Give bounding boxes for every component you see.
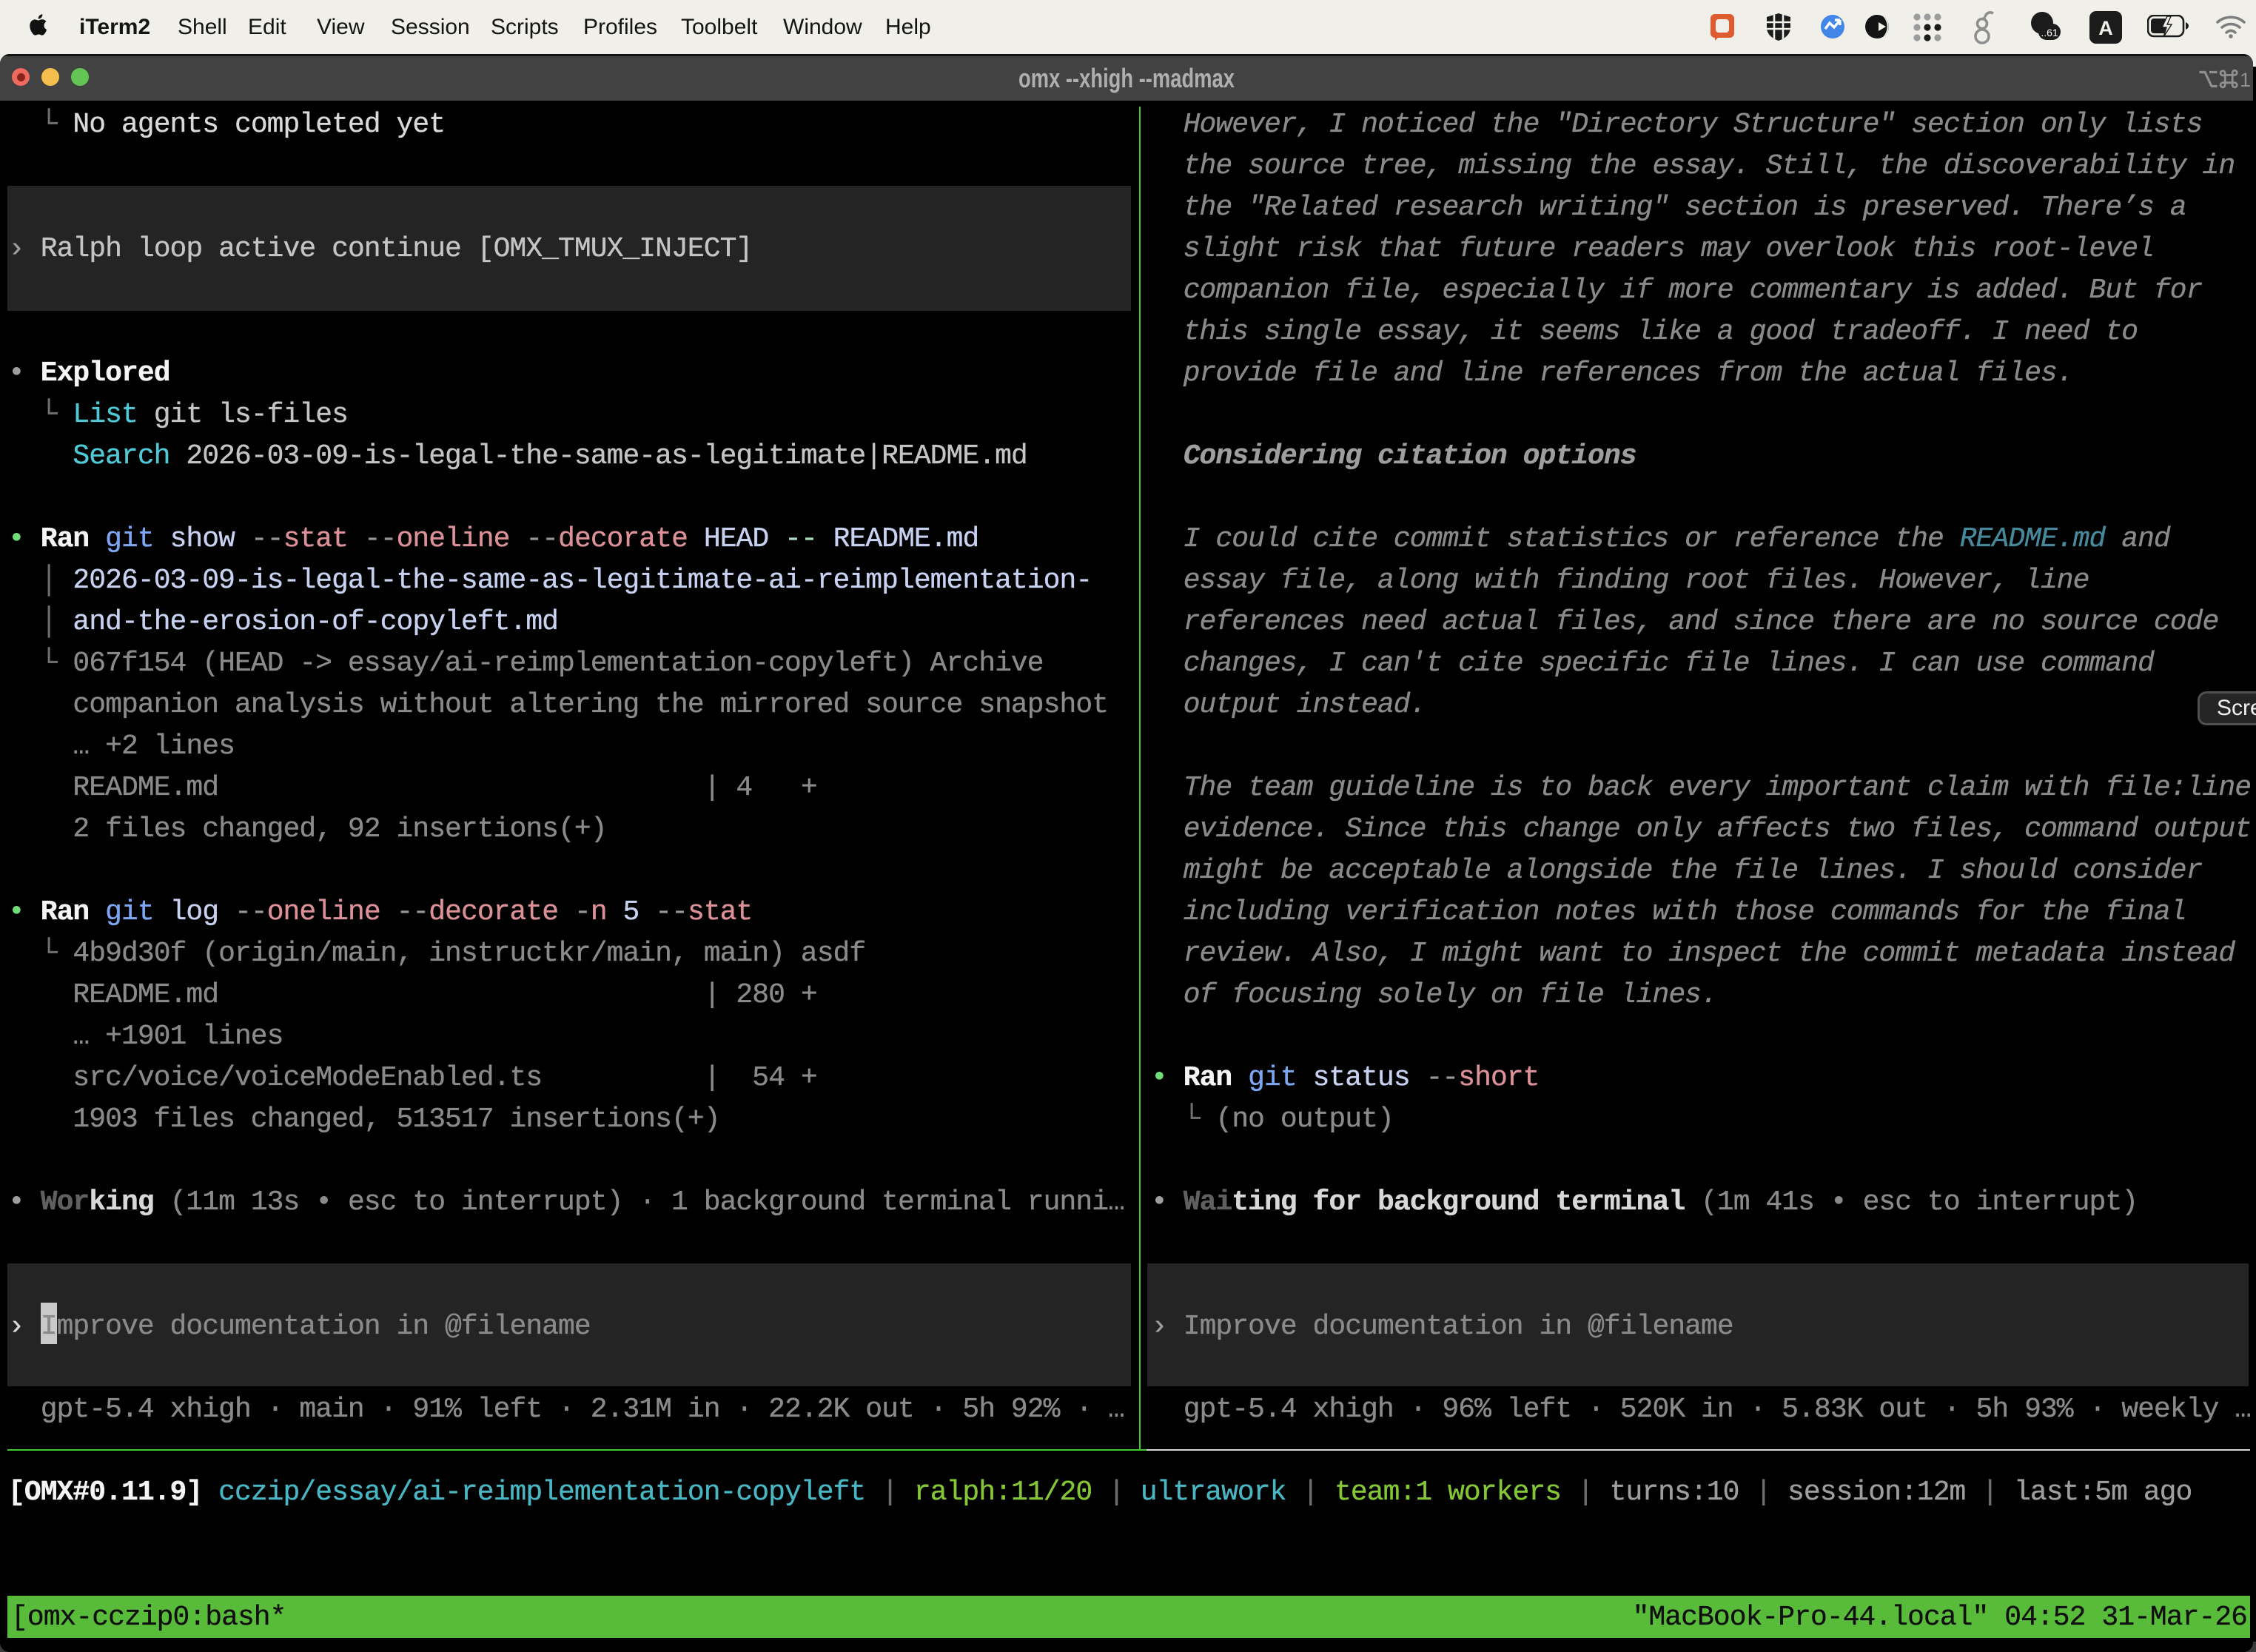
svg-text:A: A — [2098, 17, 2113, 39]
svg-text:1: 1 — [2240, 69, 2250, 90]
svg-text:..61: ..61 — [2041, 27, 2058, 38]
